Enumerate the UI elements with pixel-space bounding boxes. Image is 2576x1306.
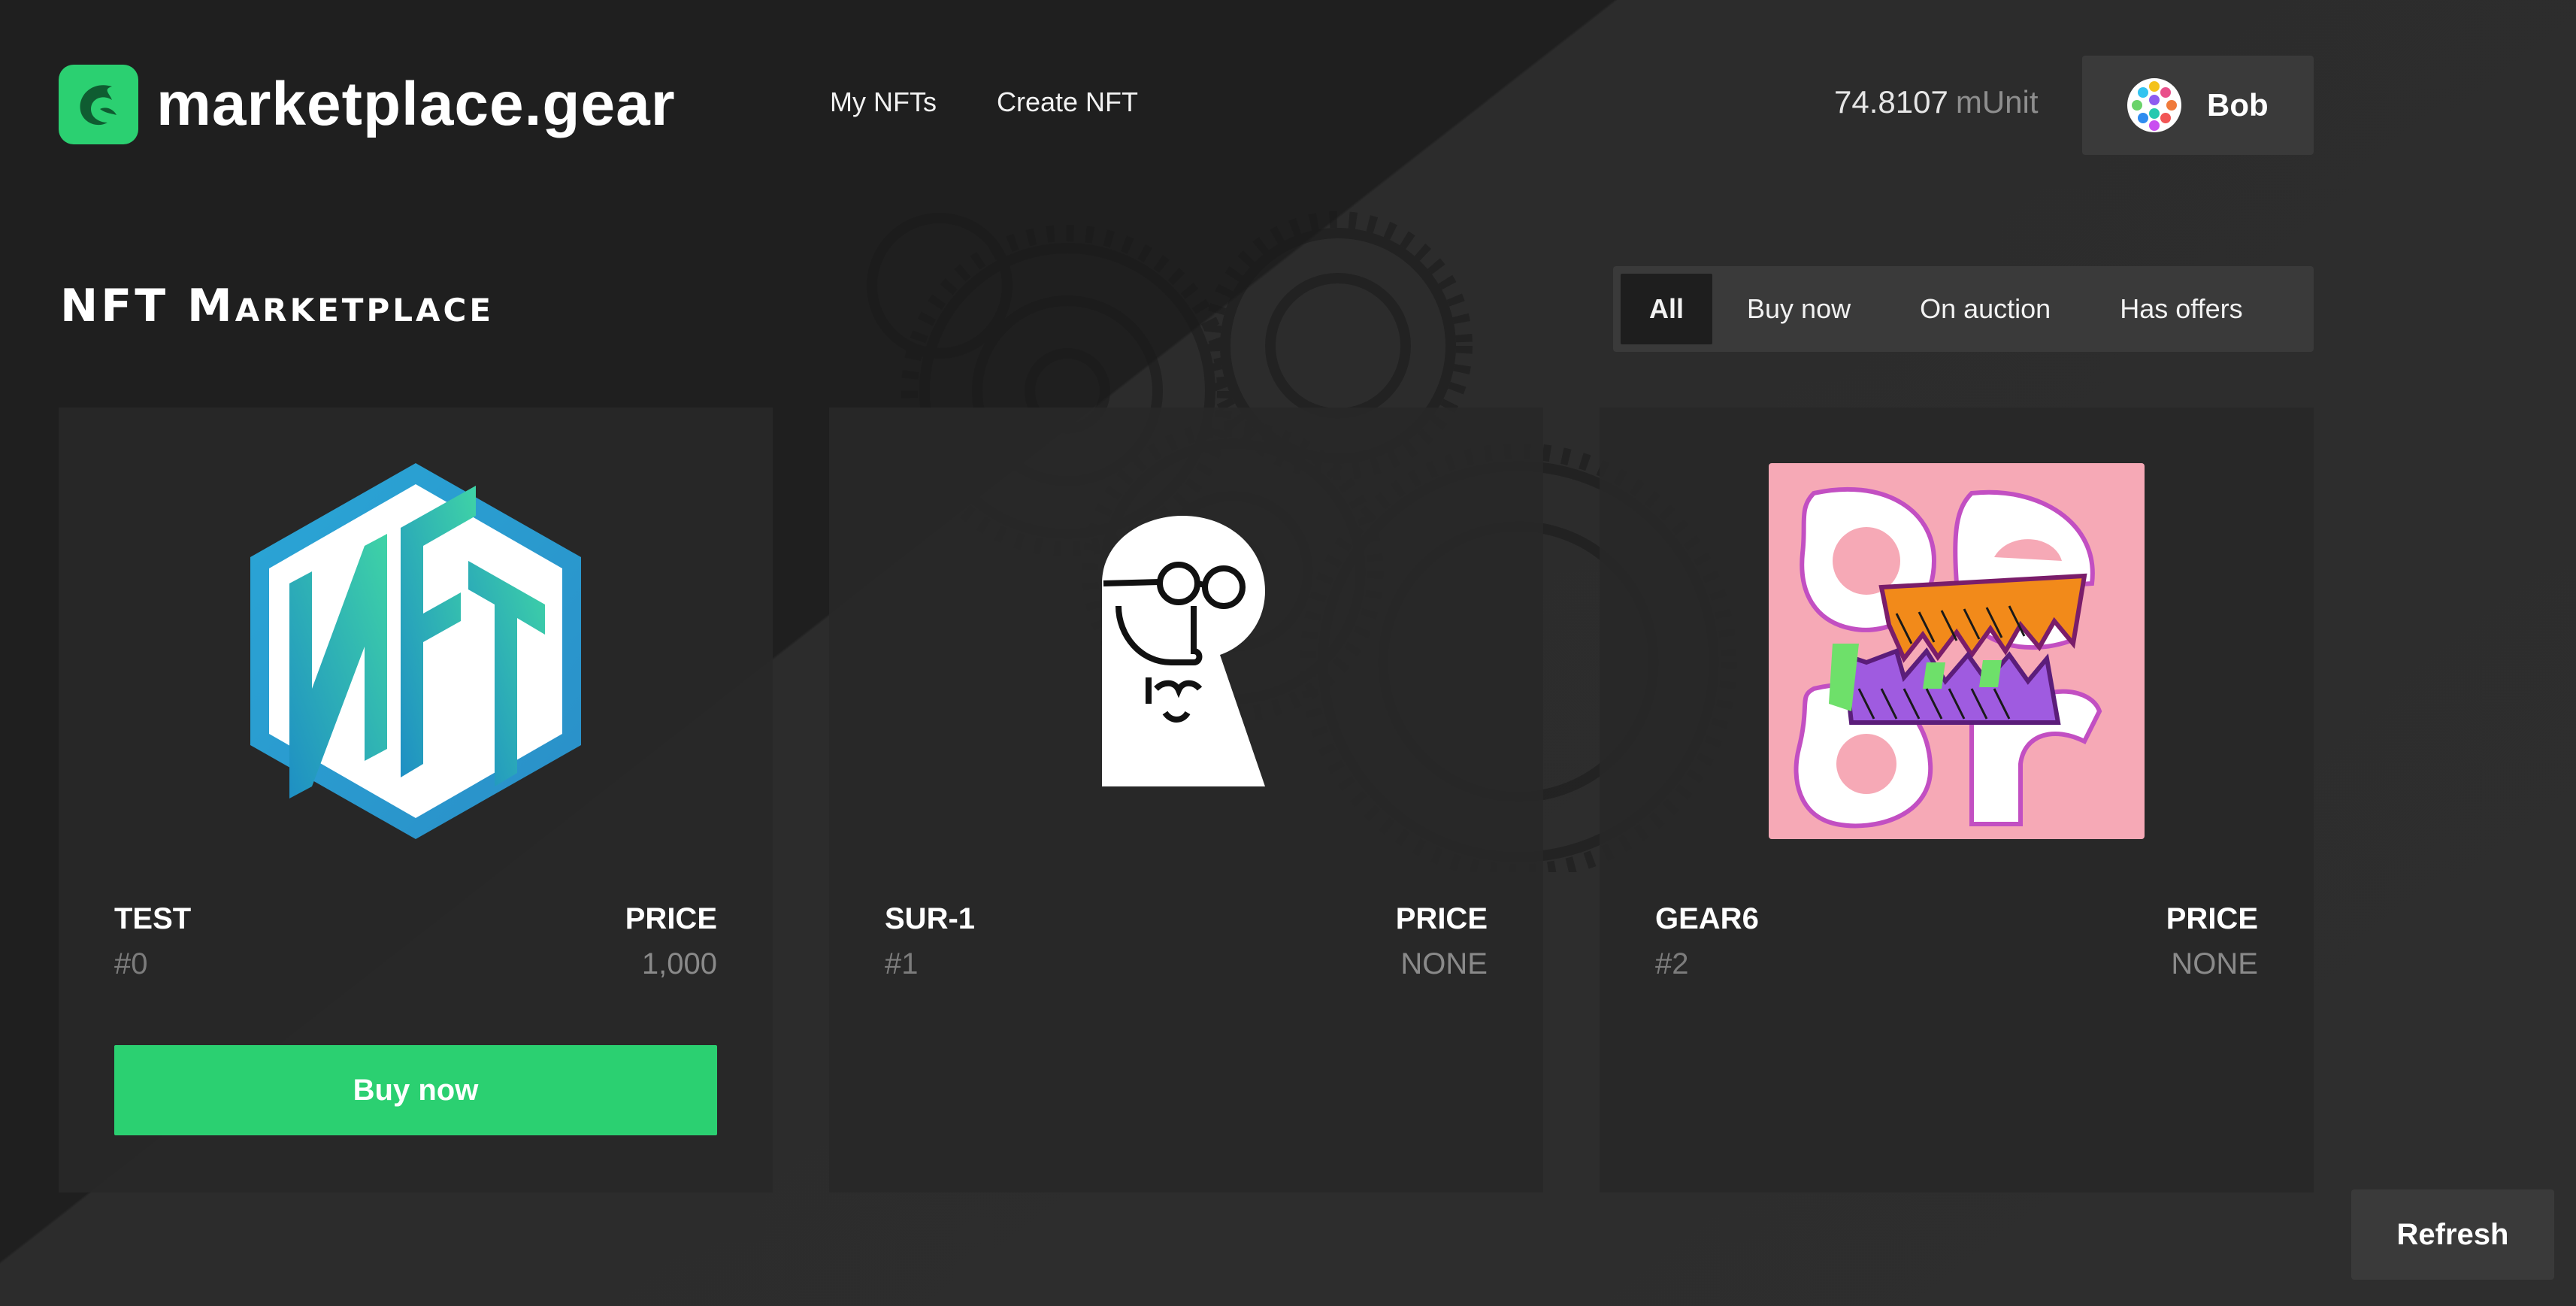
nft-hexagon-icon — [250, 463, 581, 839]
account-button[interactable]: Bob — [2082, 56, 2314, 155]
nft-image-sur-1[interactable] — [998, 463, 1374, 839]
nft-name: TEST — [114, 902, 192, 935]
balance-unit: mUnit — [1955, 84, 2039, 120]
account-name: Bob — [2207, 87, 2269, 123]
logo-text: marketplace.gear — [156, 70, 676, 138]
bald-man-illustration-icon — [1102, 516, 1265, 786]
main-nav: My NFTs Create NFT — [830, 86, 1138, 118]
nft-card-sur-1[interactable]: SUR-1 #1 PRICE NONE — [829, 408, 1543, 1192]
price-label: PRICE — [1395, 902, 1488, 935]
filter-on-auction[interactable]: On auction — [1885, 274, 2085, 344]
wallet-balance: 74.8107 mUnit — [1834, 84, 2039, 120]
buy-now-button[interactable]: Buy now — [114, 1045, 717, 1135]
gear-typography-art-icon — [1769, 463, 2145, 839]
nav-create-nft[interactable]: Create NFT — [997, 86, 1138, 118]
price-value: 1,000 — [641, 947, 717, 980]
price-label: PRICE — [625, 902, 717, 935]
refresh-button[interactable]: Refresh — [2351, 1189, 2554, 1280]
nft-name: SUR-1 — [885, 902, 976, 935]
marketplace-page: marketplace.gear My NFTs Create NFT 74.8… — [0, 0, 2576, 1306]
filter-buy-now[interactable]: Buy now — [1712, 274, 1885, 344]
filter-has-offers[interactable]: Has offers — [2085, 274, 2277, 344]
page-title: NFT Marketplace — [60, 280, 495, 332]
nft-image-gear6[interactable] — [1769, 463, 2145, 839]
price-value: NONE — [1400, 947, 1488, 980]
top-header: marketplace.gear My NFTs Create NFT 74.8… — [0, 0, 2315, 211]
balance-value: 74.8107 — [1834, 84, 1948, 120]
price-label: PRICE — [2166, 902, 2258, 935]
avatar — [2127, 78, 2181, 132]
nft-name: GEAR6 — [1655, 902, 1759, 935]
price-value: NONE — [2171, 947, 2258, 980]
nft-id: #0 — [114, 947, 148, 980]
nft-id: #2 — [1655, 947, 1689, 980]
nft-card-gear6[interactable]: GEAR6 #2 PRICE NONE — [1600, 408, 2314, 1192]
logo[interactable]: marketplace.gear — [59, 65, 676, 144]
nav-my-nfts[interactable]: My NFTs — [830, 86, 937, 118]
logo-icon — [59, 65, 138, 144]
nft-id: #1 — [885, 947, 919, 980]
nft-image-test[interactable] — [228, 463, 604, 839]
nft-card-test[interactable]: TEST #0 PRICE 1,000 Buy now — [59, 408, 773, 1192]
filter-tabs: All Buy now On auction Has offers — [1613, 266, 2314, 352]
filter-all[interactable]: All — [1621, 274, 1713, 344]
